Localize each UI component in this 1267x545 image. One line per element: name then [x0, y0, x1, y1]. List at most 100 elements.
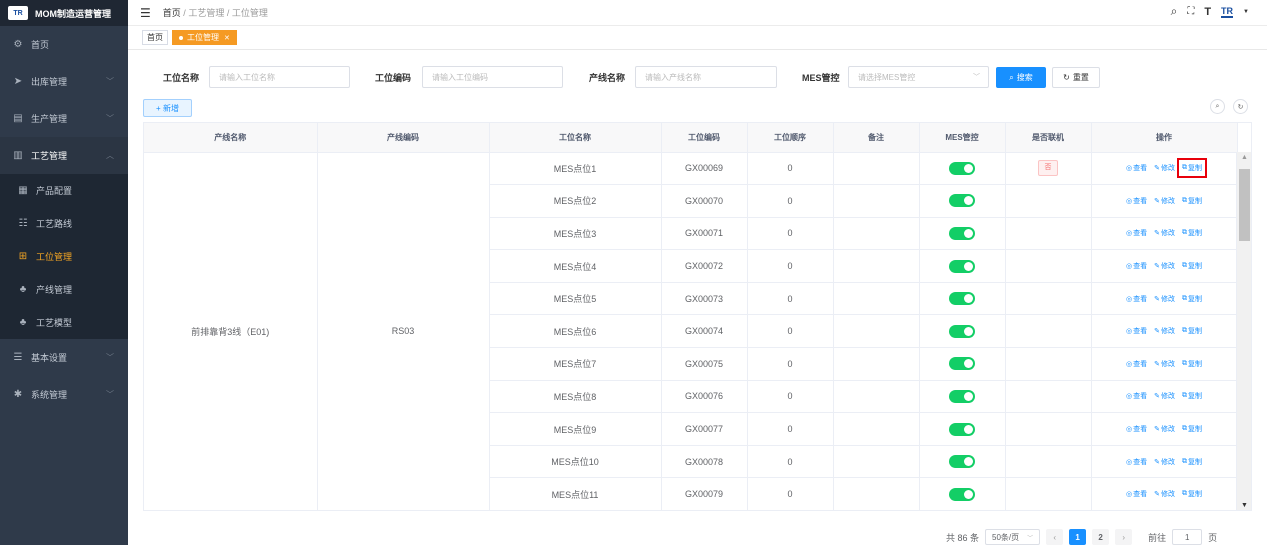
view-button[interactable]: ◎ 查看 — [1126, 261, 1147, 271]
copy-button[interactable]: ⧉ 复制 — [1182, 228, 1202, 238]
scrollbar-thumb[interactable] — [1239, 169, 1250, 241]
next-page-button[interactable]: › — [1115, 529, 1133, 545]
edit-button[interactable]: ✎ 修改 — [1154, 294, 1175, 304]
mes-control-switch[interactable] — [949, 422, 975, 436]
table-scrollbar[interactable]: ▲ ▼ — [1236, 152, 1251, 510]
sidebar-item-system[interactable]: ✱ 系统管理 ﹀ — [0, 376, 128, 413]
prev-page-button[interactable]: ‹ — [1046, 529, 1064, 545]
view-button[interactable]: ◎ 查看 — [1126, 489, 1147, 499]
view-button[interactable]: ◎ 查看 — [1126, 359, 1147, 369]
page-size-value: 50条/页 — [992, 532, 1020, 542]
mes-control-switch[interactable] — [949, 487, 975, 501]
view-button[interactable]: ◎ 查看 — [1126, 457, 1147, 467]
add-button[interactable]: + 新增 — [143, 99, 192, 117]
eye-icon: ◎ — [1126, 165, 1133, 173]
close-icon[interactable]: ✕ — [224, 34, 230, 42]
edit-button[interactable]: ✎ 修改 — [1154, 326, 1175, 336]
edit-button[interactable]: ✎ 修改 — [1154, 391, 1175, 401]
tag-station[interactable]: 工位管理 ✕ — [172, 30, 237, 45]
copy-button[interactable]: ⧉ 复制 — [1182, 391, 1202, 401]
font-size-icon[interactable]: T — [1204, 6, 1211, 18]
view-label: 查看 — [1133, 426, 1148, 434]
copy-icon: ⧉ — [1181, 392, 1187, 400]
view-button[interactable]: ◎ 查看 — [1126, 391, 1147, 401]
sidebar-item-process-route[interactable]: ☷ 工艺路线 — [0, 207, 128, 240]
edit-button[interactable]: ✎ 修改 — [1154, 261, 1175, 271]
mes-control-switch[interactable] — [949, 226, 975, 240]
sidebar-item-line[interactable]: ♣ 产线管理 — [0, 273, 128, 306]
view-button[interactable]: ◎ 查看 — [1126, 424, 1147, 434]
remark-cell — [833, 282, 920, 316]
copy-button[interactable]: ⧉ 复制 — [1182, 261, 1202, 271]
edit-button[interactable]: ✎ 修改 — [1154, 163, 1175, 173]
tag-home[interactable]: 首页 — [142, 30, 168, 45]
edit-button[interactable]: ✎ 修改 — [1154, 424, 1175, 434]
copy-button[interactable]: ⧉ 复制 — [1182, 196, 1202, 206]
mes-control-switch[interactable] — [949, 161, 975, 175]
sidebar-item-home[interactable]: ⚙ 首页 — [0, 26, 128, 63]
goto-page-input[interactable]: 1 — [1172, 529, 1203, 545]
breadcrumb-item[interactable]: 首页 — [163, 8, 181, 18]
edit-icon: ✎ — [1154, 295, 1160, 303]
mes-control-switch[interactable] — [949, 455, 975, 469]
copy-button[interactable]: ⧉ 复制 — [1182, 326, 1202, 336]
view-button[interactable]: ◎ 查看 — [1126, 163, 1147, 173]
mes-control-switch[interactable] — [949, 357, 975, 371]
sidebar-item-outbound[interactable]: ➤ 出库管理 ﹀ — [0, 63, 128, 100]
mes-control-switch[interactable] — [949, 259, 975, 273]
mes-control-cell — [919, 347, 1006, 381]
copy-button[interactable]: ⧉ 复制 — [1182, 359, 1202, 369]
sidebar-item-basic-settings[interactable]: ☰ 基本设置 ﹀ — [0, 339, 128, 376]
sidebar-item-production[interactable]: ▤ 生产管理 ﹀ — [0, 100, 128, 137]
copy-button[interactable]: ⧉ 复制 — [1182, 294, 1202, 304]
reset-button[interactable]: ↻ 重置 — [1052, 67, 1100, 88]
search-icon[interactable]: ⌕ — [1171, 4, 1178, 19]
remark-cell — [833, 347, 920, 381]
mes-select-placeholder: 请选择MES管控 — [858, 72, 916, 82]
edit-button[interactable]: ✎ 修改 — [1154, 489, 1175, 499]
menu-toggle-icon[interactable]: ☰ — [140, 6, 151, 20]
view-label: 查看 — [1133, 491, 1148, 499]
fullscreen-icon[interactable]: ⛶ — [1187, 6, 1194, 17]
view-button[interactable]: ◎ 查看 — [1126, 228, 1147, 238]
sidebar-item-product-config[interactable]: ▦ 产品配置 — [0, 174, 128, 207]
sidebar-item-label: 工艺模型 — [36, 318, 73, 328]
sidebar-item-model[interactable]: ♣ 工艺模型 — [0, 306, 128, 339]
station-name-cell: MES点位5 — [489, 282, 662, 316]
copy-button[interactable]: ⧉ 复制 — [1182, 489, 1202, 499]
page-number-1[interactable]: 1 — [1069, 529, 1087, 545]
caret-down-icon[interactable]: ▼ — [1243, 9, 1249, 15]
sidebar-item-process[interactable]: ▥ 工艺管理 ︿ — [0, 137, 128, 174]
table-header-row: 产线名称 产线编码 工位名称 工位编码 工位顺序 备注 MES管控 是否联机 操… — [144, 123, 1238, 153]
user-avatar[interactable]: TR — [1221, 6, 1234, 18]
view-button[interactable]: ◎ 查看 — [1126, 196, 1147, 206]
edit-button[interactable]: ✎ 修改 — [1154, 457, 1175, 467]
mes-control-switch[interactable] — [949, 292, 975, 306]
scroll-down-icon[interactable]: ▼ — [1241, 502, 1248, 509]
refresh-icon[interactable]: ↻ — [1233, 99, 1248, 114]
mes-control-switch[interactable] — [949, 389, 975, 403]
view-button[interactable]: ◎ 查看 — [1126, 326, 1147, 336]
mes-select[interactable]: 请选择MES管控 ﹀ — [848, 66, 989, 88]
edit-button[interactable]: ✎ 修改 — [1154, 228, 1175, 238]
edit-button[interactable]: ✎ 修改 — [1154, 196, 1175, 206]
copy-button[interactable]: ⧉ 复制 — [1176, 158, 1207, 179]
line-name-input[interactable]: 请输入产线名称 — [635, 66, 777, 88]
page-size-select[interactable]: 50条/页 ﹀ — [985, 529, 1041, 545]
copy-button[interactable]: ⧉ 复制 — [1182, 457, 1202, 467]
view-button[interactable]: ◎ 查看 — [1126, 294, 1147, 304]
mes-control-switch[interactable] — [949, 194, 975, 208]
station-code-input[interactable]: 请输入工位编码 — [422, 66, 563, 88]
toggle-search-icon[interactable]: ⌕ — [1210, 99, 1225, 114]
page-number-2[interactable]: 2 — [1092, 529, 1110, 545]
sidebar-item-station[interactable]: ⊞ 工位管理 — [0, 240, 128, 273]
edit-button[interactable]: ✎ 修改 — [1154, 359, 1175, 369]
station-name-cell: MES点位9 — [489, 412, 662, 446]
scroll-up-icon[interactable]: ▲ — [1241, 154, 1248, 161]
search-button[interactable]: ⌕ 搜索 — [996, 67, 1046, 88]
copy-icon: ⧉ — [1181, 262, 1187, 270]
sidebar-item-label: 出库管理 — [31, 77, 68, 87]
mes-control-switch[interactable] — [949, 324, 975, 338]
station-name-input[interactable]: 请输入工位名称 — [209, 66, 350, 88]
copy-button[interactable]: ⧉ 复制 — [1182, 424, 1202, 434]
